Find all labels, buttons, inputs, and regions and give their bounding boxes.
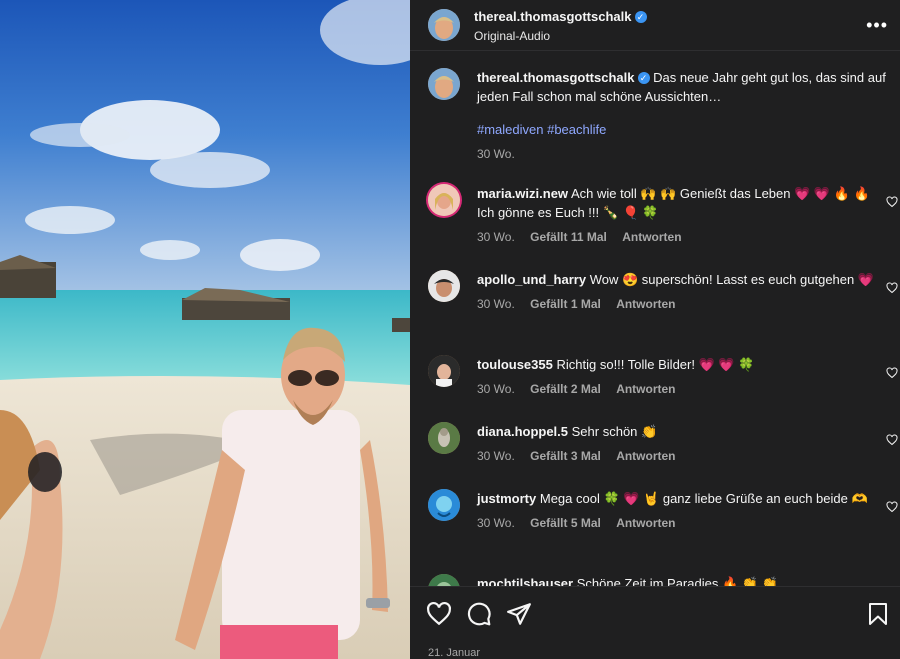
post-caption: thereal.thomasgottschalk ✓ Das neue Jahr … [428, 68, 900, 164]
header-username[interactable]: thereal.thomasgottschalk [474, 9, 632, 24]
post-header: thereal.thomasgottschalk ✓ Original-Audio… [410, 0, 900, 51]
heart-icon[interactable] [886, 196, 898, 208]
verified-icon: ✓ [634, 10, 647, 23]
comment-item: diana.hoppel.5 Sehr schön 👏 30 Wo. Gefäl… [428, 422, 900, 466]
reply-button[interactable]: Antworten [616, 297, 675, 311]
comment-avatar-image [428, 489, 460, 521]
comment-item: justmorty Mega cool 🍀 💗 🤘 ganz liebe Grü… [428, 489, 900, 533]
beach-photo [0, 0, 410, 659]
comment-username[interactable]: maria.wizi.new [477, 186, 568, 201]
reply-button[interactable]: Antworten [616, 516, 675, 530]
comment-avatar-image [428, 355, 460, 387]
instagram-post-view: thereal.thomasgottschalk ✓ Original-Audio… [0, 0, 900, 659]
post-side-panel: thereal.thomasgottschalk ✓ Original-Audio… [410, 0, 900, 659]
heart-icon[interactable] [426, 601, 452, 627]
reply-button[interactable]: Antworten [622, 230, 681, 244]
comment-avatar[interactable] [428, 184, 460, 216]
comment-avatar[interactable] [428, 270, 460, 302]
comment-age[interactable]: 30 Wo. [477, 449, 515, 463]
comment-avatar-image [428, 270, 460, 302]
audio-label[interactable]: Original-Audio [474, 29, 647, 43]
post-actions-bar: 21. Januar [410, 586, 900, 659]
caption-username[interactable]: thereal.thomasgottschalk [477, 70, 635, 85]
comment-username[interactable]: diana.hoppel.5 [477, 424, 568, 439]
share-icon[interactable] [506, 601, 532, 627]
comment-likes[interactable]: Gefällt 1 Mal [530, 297, 601, 311]
comment-age[interactable]: 30 Wo. [477, 516, 515, 530]
verified-icon: ✓ [637, 72, 650, 84]
caption-hashtags[interactable]: #malediven #beachlife [477, 120, 889, 139]
comment-icon[interactable] [466, 601, 492, 627]
comment-username[interactable]: justmorty [477, 491, 536, 506]
heart-icon[interactable] [886, 367, 898, 379]
comment-avatar-image [428, 184, 460, 216]
reply-button[interactable]: Antworten [616, 449, 675, 463]
comment-age[interactable]: 30 Wo. [477, 297, 515, 311]
comment-item: maria.wizi.new Ach wie toll 🙌 🙌 Genießt … [428, 184, 900, 247]
comment-text: Richtig so!!! Tolle Bilder! 💗 💗 🍀 [556, 357, 755, 372]
comment-item: toulouse355 Richtig so!!! Tolle Bilder! … [428, 355, 900, 399]
comment-avatar[interactable] [428, 355, 460, 387]
comment-text: Mega cool 🍀 💗 🤘 ganz liebe Grüße an euch… [539, 491, 868, 506]
comment-age[interactable]: 30 Wo. [477, 230, 515, 244]
heart-icon[interactable] [886, 501, 898, 513]
reply-button[interactable]: Antworten [616, 382, 675, 396]
post-photo[interactable] [0, 0, 410, 659]
caption-avatar-image [428, 68, 460, 100]
comments-list[interactable]: thereal.thomasgottschalk ✓ Das neue Jahr … [410, 51, 900, 587]
bookmark-icon[interactable] [866, 601, 890, 627]
comment-age[interactable]: 30 Wo. [477, 382, 515, 396]
comment-username[interactable]: toulouse355 [477, 357, 553, 372]
caption-avatar[interactable] [428, 68, 460, 100]
comment-username[interactable]: apollo_und_harry [477, 272, 586, 287]
comment-likes[interactable]: Gefällt 3 Mal [530, 449, 601, 463]
author-avatar[interactable] [428, 9, 460, 41]
comment-text: Wow 😍 superschön! Lasst es euch gutgehen… [589, 272, 875, 287]
more-icon[interactable]: ••• [866, 15, 888, 36]
heart-icon[interactable] [886, 434, 898, 446]
comment-avatar-image [428, 422, 460, 454]
caption-age[interactable]: 30 Wo. [477, 147, 515, 161]
comment-likes[interactable]: Gefällt 5 Mal [530, 516, 601, 530]
author-avatar-image [428, 9, 460, 41]
comment-avatar[interactable] [428, 422, 460, 454]
comment-avatar[interactable] [428, 489, 460, 521]
heart-icon[interactable] [886, 282, 898, 294]
comment-text: Sehr schön 👏 [571, 424, 658, 439]
post-date[interactable]: 21. Januar [428, 647, 480, 659]
comment-item: apollo_und_harry Wow 😍 superschön! Lasst… [428, 270, 900, 314]
comment-likes[interactable]: Gefällt 11 Mal [530, 230, 607, 244]
comment-likes[interactable]: Gefällt 2 Mal [530, 382, 601, 396]
